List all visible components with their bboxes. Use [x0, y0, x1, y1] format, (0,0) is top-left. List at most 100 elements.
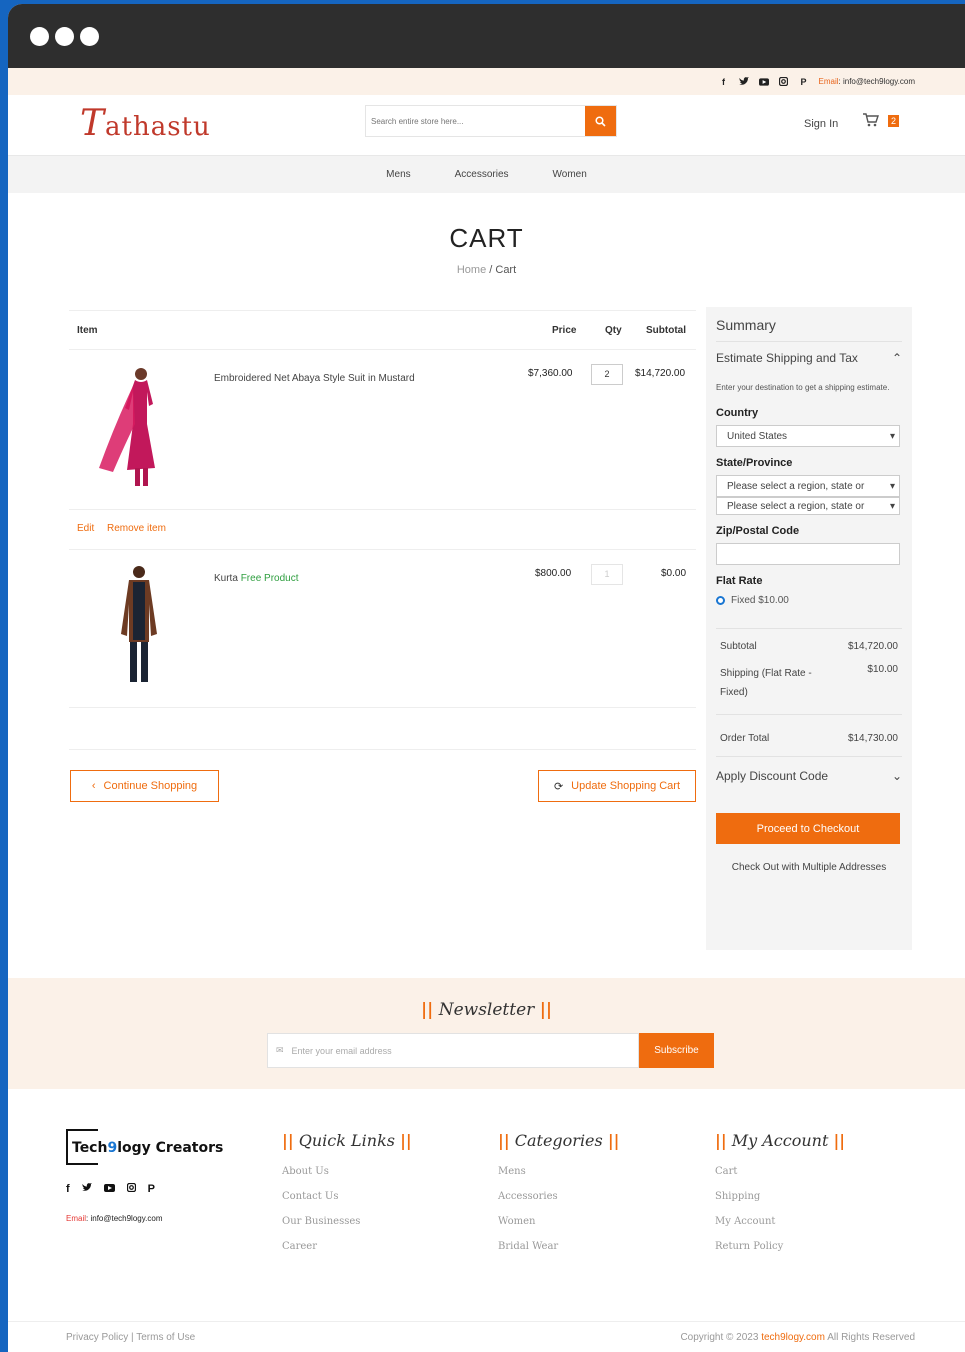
chevron-up-icon: ⌃ — [891, 351, 902, 365]
pinterest-icon[interactable]: P — [799, 77, 809, 87]
pinterest-icon[interactable]: P — [148, 1183, 155, 1195]
footer-my-account: || My Account || Cart Shipping My Accoun… — [715, 1131, 845, 1266]
subscribe-button[interactable]: Subscribe — [639, 1033, 714, 1068]
terms-link[interactable]: Terms of Use — [136, 1332, 195, 1343]
search-input[interactable] — [366, 106, 585, 136]
footer-link-shipping[interactable]: Shipping — [715, 1191, 845, 1202]
footer-email-value: info@tech9logy.com — [90, 1214, 163, 1223]
window-dot-minimize[interactable] — [55, 26, 74, 46]
product-image-abaya[interactable] — [95, 364, 175, 492]
shipping-hint: Enter your destination to get a shipping… — [716, 383, 890, 392]
bottom-bar: Privacy Policy | Terms of Use Copyright … — [8, 1321, 965, 1352]
nav-item-accessories[interactable]: Accessories — [455, 169, 509, 180]
envelope-icon: ✉ — [276, 1045, 284, 1055]
country-value: United States — [727, 430, 788, 442]
item-name[interactable]: Embroidered Net Abaya Style Suit in Must… — [214, 373, 454, 384]
copyright-text: Copyright © 2023 — [680, 1332, 759, 1343]
col-price: Price — [552, 324, 577, 336]
product-image-kurta[interactable] — [109, 564, 169, 690]
footer-link-cart[interactable]: Cart — [715, 1166, 845, 1177]
multi-address-checkout-link[interactable]: Check Out with Multiple Addresses — [716, 862, 902, 873]
window-dot-maximize[interactable] — [80, 26, 99, 46]
footer-link-accessories[interactable]: Accessories — [498, 1191, 619, 1202]
item-name[interactable]: Kurta Free Product — [214, 573, 299, 584]
footer-quick-links: || Quick Links || About Us Contact Us Ou… — [282, 1131, 412, 1266]
topbar-email[interactable]: Email: info@tech9logy.com — [819, 77, 915, 86]
cart-count-badge[interactable]: 2 — [888, 115, 900, 127]
window-dot-close[interactable] — [30, 26, 49, 46]
title-decoration: || — [607, 1131, 620, 1150]
zip-label: Zip/Postal Code — [716, 525, 800, 537]
copyright: Copyright © 2023 tech9logy.com All Right… — [680, 1332, 915, 1343]
chevron-left-icon: ‹ — [91, 780, 96, 792]
instagram-icon[interactable] — [126, 1182, 136, 1195]
youtube-icon[interactable] — [758, 77, 769, 87]
sign-in-link[interactable]: Sign In — [804, 118, 838, 130]
newsletter-section: || Newsletter || ✉ Enter your email addr… — [8, 978, 965, 1089]
quick-links-title: || Quick Links || — [282, 1131, 412, 1150]
breadcrumb: Home / Cart — [8, 264, 965, 276]
proceed-to-checkout-button[interactable]: Proceed to Checkout — [716, 813, 900, 844]
country-label: Country — [716, 407, 759, 419]
flat-rate-option[interactable]: Fixed $10.00 — [716, 595, 902, 606]
edit-link[interactable]: Edit — [77, 523, 94, 534]
title-decoration: || — [539, 1000, 553, 1020]
item-qty-input[interactable]: 1 — [591, 564, 623, 585]
item-subtotal: $14,720.00 — [635, 368, 686, 379]
nav-item-mens[interactable]: Mens — [386, 169, 410, 180]
title-decoration: || — [400, 1131, 412, 1150]
twitter-icon[interactable] — [81, 1183, 92, 1195]
chevron-down-icon: ▾ — [889, 480, 895, 492]
apply-discount-toggle[interactable]: Apply Discount Code ⌄ — [716, 769, 902, 783]
facebook-icon[interactable]: f — [719, 77, 729, 87]
state-select[interactable]: Please select a region, state or ▾ — [716, 475, 900, 497]
instagram-icon[interactable] — [779, 77, 789, 87]
update-cart-button[interactable]: ⟳ Update Shopping Cart — [538, 770, 696, 802]
newsletter-email-input[interactable]: ✉ Enter your email address — [267, 1033, 639, 1068]
breadcrumb-home[interactable]: Home — [457, 264, 486, 276]
state-select-secondary[interactable]: Please select a region, state or ▾ — [716, 497, 900, 515]
col-qty: Qty — [605, 324, 622, 336]
footer-link-mens[interactable]: Mens — [498, 1166, 619, 1177]
footer-link-women[interactable]: Women — [498, 1216, 619, 1227]
footer-link-contact[interactable]: Contact Us — [282, 1191, 412, 1202]
table-spacer — [69, 708, 696, 750]
footer-email[interactable]: Email: info@tech9logy.com — [66, 1214, 162, 1223]
newsletter-title: || Newsletter || — [8, 1000, 965, 1020]
zip-input[interactable] — [716, 543, 900, 565]
shipping-row: Shipping (Flat Rate - Fixed) $10.00 — [716, 652, 902, 702]
site-logo[interactable]: Tathastu — [80, 103, 211, 144]
remove-item-link[interactable]: Remove item — [107, 523, 166, 534]
footer-brand-post: logy Creators — [117, 1140, 224, 1156]
footer-link-businesses[interactable]: Our Businesses — [282, 1216, 412, 1227]
radio-selected[interactable] — [716, 596, 725, 605]
footer-logo[interactable]: Tech9logy Creators — [72, 1140, 223, 1156]
facebook-icon[interactable]: f — [66, 1183, 70, 1195]
footer-link-return-policy[interactable]: Return Policy — [715, 1241, 845, 1252]
item-qty-input[interactable]: 2 — [591, 364, 623, 385]
col-subtotal: Subtotal — [646, 324, 686, 336]
copyright-brand-link[interactable]: tech9logy.com — [761, 1332, 825, 1343]
country-select[interactable]: United States ▾ — [716, 425, 900, 447]
twitter-icon[interactable] — [738, 77, 749, 87]
browser-window: f P Email: info@tech9logy.com Tathastu S… — [8, 4, 965, 1352]
cart-table: Item Price Qty Subtotal Embroidered Net … — [69, 310, 696, 802]
search-button[interactable] — [585, 106, 616, 136]
nav-item-women[interactable]: Women — [553, 169, 587, 180]
free-product-label: Free Product — [240, 573, 299, 584]
order-total-value: $14,730.00 — [847, 733, 898, 744]
cart-icon[interactable] — [863, 113, 879, 132]
footer-link-my-account[interactable]: My Account — [715, 1216, 845, 1227]
youtube-icon[interactable] — [103, 1183, 115, 1195]
categories-title-text: Categories — [514, 1131, 603, 1150]
estimate-shipping-toggle[interactable]: Estimate Shipping and Tax ⌃ — [716, 351, 902, 365]
footer-brand-pre: Tech — [72, 1140, 108, 1156]
privacy-policy-link[interactable]: Privacy Policy — [66, 1332, 128, 1343]
update-cart-label: Update Shopping Cart — [571, 780, 681, 792]
footer-link-career[interactable]: Career — [282, 1241, 412, 1252]
continue-shopping-button[interactable]: ‹ Continue Shopping — [70, 770, 219, 802]
item-subtotal: $0.00 — [661, 568, 687, 579]
flat-rate-label: Flat Rate — [716, 575, 763, 587]
footer-link-bridal[interactable]: Bridal Wear — [498, 1241, 619, 1252]
footer-link-about[interactable]: About Us — [282, 1166, 412, 1177]
